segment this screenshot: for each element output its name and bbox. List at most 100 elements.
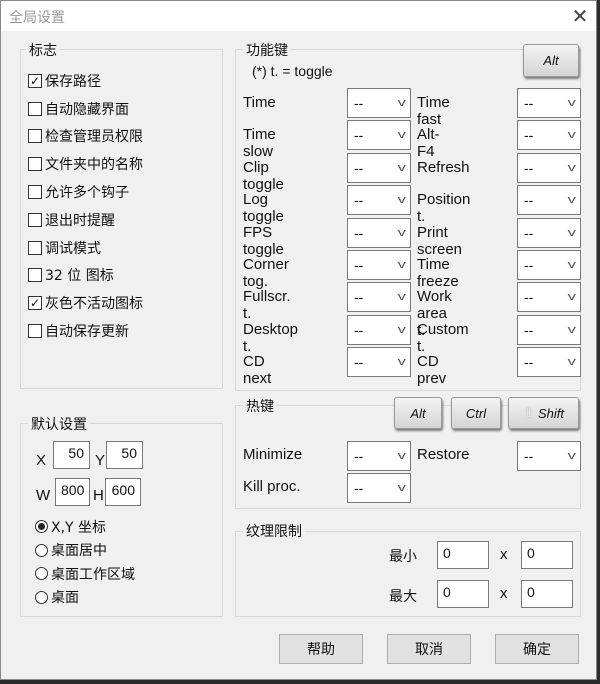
dropdown-value: -- <box>524 159 534 176</box>
function-key-dropdown[interactable]: -- v <box>347 120 411 151</box>
function-key-dropdown[interactable]: -- v <box>517 347 581 378</box>
radio-icon[interactable] <box>35 590 48 604</box>
title-bar <box>1 1 596 31</box>
radio-label: 桌面 <box>51 590 79 607</box>
x-input[interactable]: 50 <box>53 441 90 469</box>
dropdown-value: -- <box>354 224 364 241</box>
function-key-label: Corner tog. <box>243 256 289 290</box>
min-label: 最小 <box>389 549 417 565</box>
function-key-dropdown[interactable]: -- v <box>347 88 411 118</box>
chevron-down-icon: v <box>567 450 576 462</box>
chevron-down-icon: v <box>397 161 406 174</box>
flag-checkbox[interactable]: 调试模式 <box>28 234 143 262</box>
checkbox-icon[interactable] <box>28 240 42 255</box>
min-x-label: x <box>500 546 508 563</box>
flags-list: ✓ 保存路径 自动隐藏界面 检查管理员权限 文件夹中的名称 允许多个钩子 退出时提醒 调试模式… <box>28 67 143 345</box>
radio-icon[interactable] <box>35 520 48 534</box>
dropdown-value: -- <box>354 257 364 273</box>
flag-checkbox[interactable]: 允许多个钩子 <box>28 178 143 206</box>
checkbox-checked-icon[interactable]: ✓ <box>28 73 42 88</box>
function-key-label: Fullscr. t. <box>243 288 291 323</box>
function-key-dropdown[interactable]: -- v <box>347 152 411 183</box>
close-icon[interactable]: ✕ <box>569 4 591 28</box>
function-key-dropdown[interactable]: -- v <box>517 185 581 216</box>
min-height-input[interactable]: 0 <box>521 541 573 569</box>
chevron-down-icon: v <box>397 226 406 239</box>
function-key-dropdown[interactable]: -- v <box>517 88 581 118</box>
dropdown-value: -- <box>354 354 364 371</box>
function-key-dropdown[interactable]: -- v <box>517 217 581 248</box>
kill-proc-label: Kill proc. <box>243 478 301 495</box>
radio-icon[interactable] <box>35 567 48 581</box>
chevron-down-icon: v <box>567 259 576 271</box>
alt-modifier-button[interactable]: Alt <box>523 44 579 77</box>
position-radio[interactable]: X,Y 坐标 <box>35 515 135 539</box>
checkbox-icon[interactable] <box>28 185 42 200</box>
function-keys-label: 功能键 <box>243 40 291 60</box>
position-radio[interactable]: 桌面居中 <box>35 539 135 563</box>
dropdown-value: -- <box>354 159 364 176</box>
restore-value: -- <box>524 448 534 464</box>
function-key-dropdown[interactable]: -- v <box>347 314 411 345</box>
cancel-button[interactable]: 取消 <box>387 634 471 664</box>
flag-checkbox[interactable]: 检查管理员权限 <box>28 123 143 151</box>
function-key-label: Time slow <box>243 126 276 161</box>
minimize-value: -- <box>354 448 364 464</box>
flag-checkbox[interactable]: 自动保存更新 <box>28 317 143 345</box>
flag-checkbox[interactable]: 文件夹中的名称 <box>28 150 143 178</box>
radio-label: X,Y 坐标 <box>51 519 107 536</box>
position-radio[interactable]: 桌面 <box>35 586 135 610</box>
flag-checkbox[interactable]: 退出时提醒 <box>28 206 143 234</box>
function-key-dropdown[interactable]: -- v <box>347 347 411 378</box>
chevron-down-icon: v <box>397 194 406 207</box>
checkbox-icon[interactable] <box>28 157 42 172</box>
function-key-dropdown[interactable]: -- v <box>347 250 411 280</box>
radio-icon[interactable] <box>35 543 48 557</box>
flag-checkbox[interactable]: ✓ 灰色不活动图标 <box>28 289 143 317</box>
function-key-label: Clip toggle <box>243 158 284 193</box>
restore-dropdown[interactable]: -- v <box>517 441 581 471</box>
checkbox-icon[interactable] <box>28 129 42 144</box>
checkbox-icon[interactable] <box>28 212 42 227</box>
hotkey-ctrl-button[interactable]: Ctrl <box>451 397 501 429</box>
help-button[interactable]: 帮助 <box>279 634 363 664</box>
position-radio[interactable]: 桌面工作区域 <box>35 562 135 586</box>
flag-checkbox[interactable]: 32 位 图标 <box>28 262 143 290</box>
max-label: 最大 <box>389 589 417 605</box>
function-key-dropdown[interactable]: -- v <box>517 152 581 183</box>
flag-label: 保存路径 <box>45 73 101 90</box>
function-key-dropdown[interactable]: -- v <box>517 250 581 280</box>
ok-button[interactable]: 确定 <box>495 634 579 664</box>
y-input[interactable]: 50 <box>106 441 143 469</box>
h-input[interactable]: 600 <box>105 478 141 506</box>
hotkey-shift-button[interactable]: ⇧ Shift <box>508 397 579 429</box>
chevron-down-icon: v <box>567 356 576 369</box>
dropdown-value: -- <box>524 127 534 144</box>
function-key-dropdown[interactable]: -- v <box>517 282 581 313</box>
flag-checkbox[interactable]: 自动隐藏界面 <box>28 95 143 123</box>
max-x-label: x <box>500 585 508 602</box>
min-width-input[interactable]: 0 <box>437 541 489 569</box>
kill-proc-dropdown[interactable]: -- v <box>347 473 411 503</box>
max-width-input[interactable]: 0 <box>437 580 489 608</box>
function-key-dropdown[interactable]: -- v <box>517 314 581 345</box>
checkbox-icon[interactable] <box>28 268 42 283</box>
flag-label: 灰色不活动图标 <box>45 296 143 313</box>
checkbox-checked-icon[interactable]: ✓ <box>28 296 42 311</box>
checkbox-icon[interactable] <box>28 324 42 339</box>
max-height-input[interactable]: 0 <box>521 580 573 608</box>
chevron-down-icon: v <box>397 450 406 462</box>
checkbox-icon[interactable] <box>28 101 42 116</box>
dropdown-value: -- <box>524 354 534 371</box>
w-input[interactable]: 800 <box>55 478 90 506</box>
function-key-dropdown[interactable]: -- v <box>517 120 581 151</box>
radio-label: 桌面工作区域 <box>51 566 135 583</box>
minimize-dropdown[interactable]: -- v <box>347 441 411 471</box>
function-key-dropdown[interactable]: -- v <box>347 185 411 216</box>
flag-checkbox[interactable]: ✓ 保存路径 <box>28 67 143 95</box>
function-key-dropdown[interactable]: -- v <box>347 282 411 313</box>
position-radios: X,Y 坐标桌面居中桌面工作区域 桌面 <box>35 515 135 609</box>
chevron-down-icon: v <box>397 356 406 369</box>
function-key-dropdown[interactable]: -- v <box>347 217 411 248</box>
hotkey-alt-button[interactable]: Alt <box>394 397 442 429</box>
